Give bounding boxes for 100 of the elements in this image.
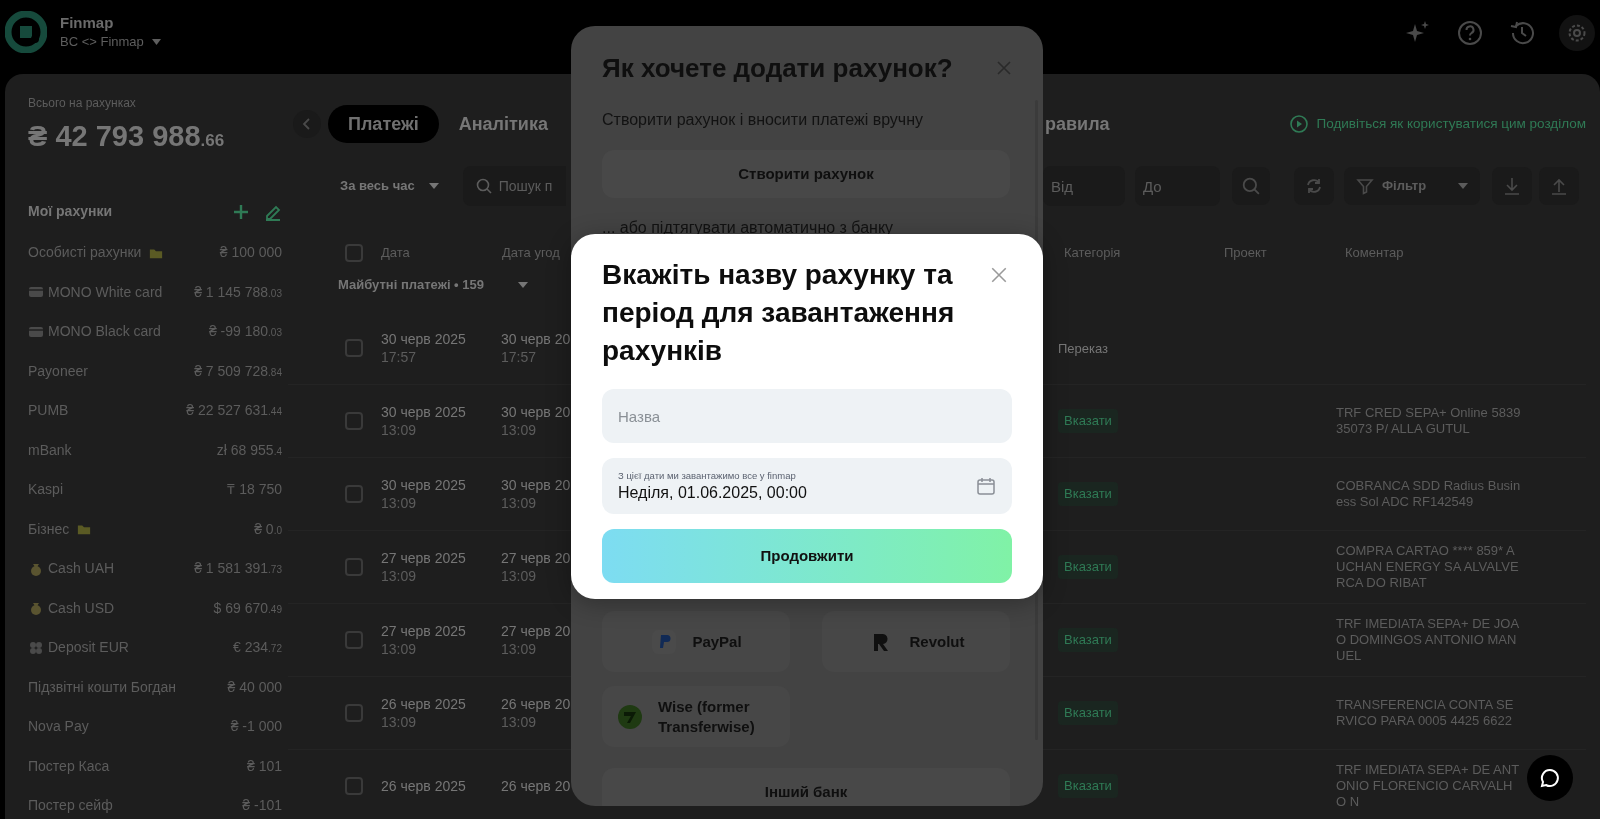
account-name: Постер сейф xyxy=(28,796,113,816)
date-text: 26 черв 2025 xyxy=(381,694,467,713)
category-button[interactable]: Вказати xyxy=(1058,773,1118,798)
account-item[interactable]: Підзвітні кошти Богдан ₴ 40 000 xyxy=(28,667,282,707)
time-text: 13:09 xyxy=(381,639,418,658)
tab[interactable]: равила xyxy=(1045,105,1110,143)
date-field[interactable]: З цієї дати ми завантажимо все у finmap Неділя, 01.06.2025, 00:00 xyxy=(602,458,1012,514)
account-name: Підзвітні кошти Богдан xyxy=(28,677,176,697)
account-item[interactable]: MONO Black card ₴ -99 180.03 xyxy=(28,312,282,352)
account-item[interactable]: Deposit EUR € 234.72 xyxy=(28,628,282,668)
account-item[interactable]: Cash UAH ₴ 1 581 391.73 xyxy=(28,549,282,589)
back-button[interactable] xyxy=(293,110,321,138)
time-text: 13:09 xyxy=(501,420,538,439)
chat-icon xyxy=(1539,767,1561,789)
category-button[interactable]: Вказати xyxy=(1058,408,1118,433)
dots-icon xyxy=(28,639,44,656)
upload-icon xyxy=(1550,176,1568,196)
checkbox[interactable] xyxy=(345,630,363,649)
time-text: 17:57 xyxy=(501,347,538,366)
help-link[interactable]: Подивіться як користуватися цим розділом xyxy=(1289,113,1586,135)
dialog-title: Вкажіть назву рахунку та період для завантаження рахунків xyxy=(602,258,956,368)
from-field[interactable]: Від xyxy=(1043,166,1125,206)
date-text: 30 черв 2025 xyxy=(381,329,467,348)
account-item[interactable]: MONO White card ₴ 1 145 788.03 xyxy=(28,272,282,312)
refresh-button[interactable] xyxy=(1294,167,1334,205)
settings-button[interactable] xyxy=(1559,15,1595,51)
account-balance: zł 68 955.4 xyxy=(216,440,282,460)
funnel-icon xyxy=(1356,177,1374,195)
account-item[interactable]: Cash USD $ 69 670.49 xyxy=(28,588,282,628)
logo-icon xyxy=(5,11,47,53)
refresh-icon xyxy=(1305,177,1323,195)
workspace-selector[interactable]: BC <> Finmap xyxy=(60,33,161,51)
date-text: 27 черв 2025 xyxy=(381,548,467,567)
create-account-button[interactable]: Створити рахунок xyxy=(602,150,1010,198)
account-item[interactable]: Kaspi ₸ 18 750 xyxy=(28,470,282,510)
date-text: 30 черв 20 xyxy=(501,402,571,421)
close-icon[interactable] xyxy=(996,60,1012,76)
search-field[interactable]: Пошук п xyxy=(462,166,566,206)
close-icon[interactable] xyxy=(990,266,1008,284)
download-button[interactable] xyxy=(1492,167,1532,205)
bank-logo-icon xyxy=(616,702,644,731)
search-button[interactable] xyxy=(1232,167,1270,205)
account-name: Deposit EUR xyxy=(48,638,129,658)
date-text: 26 черв 20 xyxy=(501,776,571,795)
bank-button[interactable]: Revolut xyxy=(822,611,1010,672)
name-field[interactable]: Назва xyxy=(602,389,1012,443)
category-text: Переказ xyxy=(1058,340,1109,356)
date-text: 26 черв 2025 xyxy=(381,776,467,795)
account-item[interactable]: mBank zł 68 955.4 xyxy=(28,430,282,470)
continue-button[interactable]: Продовжити xyxy=(602,529,1012,583)
account-name: Cash USD xyxy=(48,598,115,618)
checkbox[interactable] xyxy=(345,243,363,262)
calendar-icon[interactable] xyxy=(976,476,996,496)
search-icon xyxy=(475,178,492,194)
help-icon[interactable] xyxy=(1455,18,1485,48)
caret-icon xyxy=(1458,183,1468,189)
other-bank-button[interactable]: Інший банк xyxy=(602,768,1010,806)
account-item[interactable]: Nova Pay ₴ -1 000 xyxy=(28,707,282,747)
account-item[interactable]: Постер Каса ₴ 101 xyxy=(28,746,282,786)
settings-icon xyxy=(1566,22,1588,44)
category-button[interactable]: Вказати xyxy=(1058,700,1118,725)
checkbox[interactable] xyxy=(345,703,363,722)
account-balance: ₴ 1 581 391.73 xyxy=(194,559,282,579)
comment-text: TRANSFERENCIA CONTA SERVICO PARA 0005 4425 6622 xyxy=(1336,696,1515,729)
category-button[interactable]: Вказати xyxy=(1058,481,1118,506)
tab[interactable]: Платежі xyxy=(328,105,439,143)
column-header: Дата xyxy=(381,244,411,262)
play-icon xyxy=(1289,115,1308,133)
filter-button[interactable]: Фільтр xyxy=(1344,167,1480,205)
date-text: 27 черв 2025 xyxy=(381,621,467,640)
checkbox[interactable] xyxy=(345,484,363,503)
checkbox[interactable] xyxy=(345,338,363,357)
checkbox[interactable] xyxy=(345,557,363,576)
account-name: PUMB xyxy=(28,401,69,421)
bank-button[interactable]: Wise (former Transferwise) xyxy=(602,686,790,747)
caret-icon xyxy=(151,39,161,45)
account-balance: ₴ 7 509 728.84 xyxy=(194,361,282,381)
account-item[interactable]: Постер сейф ₴ -101 xyxy=(28,786,282,819)
checkbox[interactable] xyxy=(345,411,363,430)
account-name: Cash UAH xyxy=(48,559,115,579)
account-balance: ₴ -99 180.03 xyxy=(208,322,282,342)
category-button[interactable]: Вказати xyxy=(1058,554,1118,579)
period-dropdown[interactable]: За весь час xyxy=(334,166,445,206)
account-item[interactable]: Payoneer ₴ 7 509 728.84 xyxy=(28,351,282,391)
date-text: 27 черв 20 xyxy=(501,548,571,567)
tab[interactable]: Аналітика xyxy=(458,105,548,143)
checkbox[interactable] xyxy=(345,776,363,795)
group-toggle[interactable]: Майбутні платежі • 159 xyxy=(338,269,528,300)
column-header: Категорія xyxy=(1064,244,1122,262)
upload-button[interactable] xyxy=(1539,167,1579,205)
account-item[interactable]: Особисті рахунки ₴ 100 000 xyxy=(28,233,282,273)
plus-icon[interactable] xyxy=(232,202,250,221)
account-balance: ₸ 18 750 xyxy=(227,480,282,500)
to-field[interactable]: До xyxy=(1135,166,1220,206)
category-button[interactable]: Вказати xyxy=(1058,627,1118,652)
bank-button[interactable]: PayPal xyxy=(602,611,790,672)
date-text: 30 черв 20 xyxy=(501,329,571,348)
account-name: Payoneer xyxy=(28,361,88,381)
app-name: Finmap xyxy=(60,13,115,33)
account-item[interactable]: PUMB ₴ 22 527 631.44 xyxy=(28,391,282,431)
